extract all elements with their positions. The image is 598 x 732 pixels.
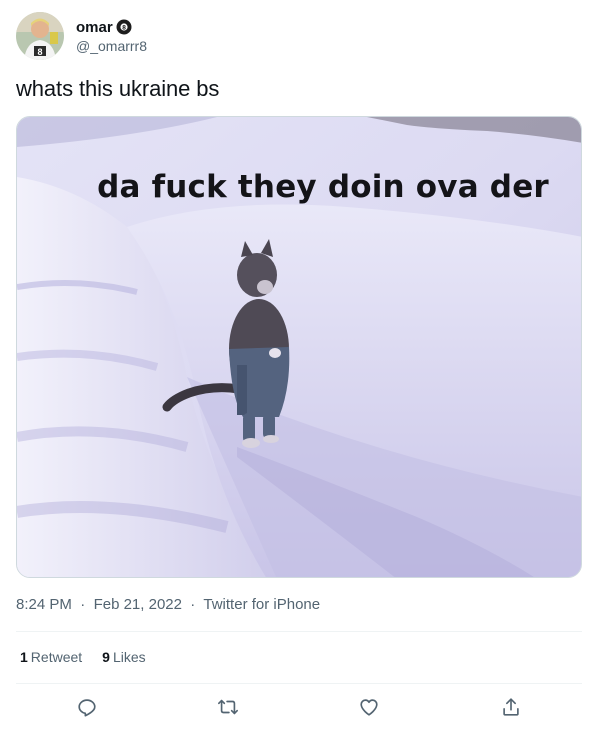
tweet-text: whats this ukraine bs — [16, 76, 220, 101]
tweet-detail: 8 omar 8 @_omarrr8 whats this ukraine bs — [16, 0, 582, 732]
likes-count: 9 — [102, 649, 110, 665]
tweet-date[interactable]: Feb 21, 2022 — [94, 596, 182, 613]
tweet-actions — [16, 693, 582, 725]
tweet-header: 8 omar 8 @_omarrr8 — [16, 12, 582, 60]
user-handle[interactable]: @_omarrr8 — [76, 38, 147, 54]
retweet-icon — [218, 699, 238, 715]
reply-button[interactable] — [76, 696, 100, 720]
avatar[interactable]: 8 — [16, 12, 64, 60]
reply-icon — [78, 699, 96, 717]
svg-text:8: 8 — [122, 25, 126, 32]
retweet-label: Retweet — [30, 649, 83, 665]
tweet-time[interactable]: 8:24 PM — [16, 596, 72, 613]
tweet-stats: 1 Retweet 9 Likes — [20, 649, 146, 665]
display-name[interactable]: omar — [76, 19, 113, 36]
meta-separator: · — [186, 596, 200, 613]
retweet-count: 1 — [20, 649, 28, 665]
svg-text:8: 8 — [37, 47, 42, 57]
tweet-source[interactable]: Twitter for iPhone — [203, 596, 320, 613]
divider — [16, 683, 582, 684]
pool-8-ball-icon: 8 — [116, 19, 132, 35]
retweet-stat[interactable]: 1 Retweet — [20, 649, 82, 665]
divider — [16, 631, 582, 632]
share-icon — [503, 698, 519, 716]
share-button[interactable] — [500, 696, 524, 720]
meta-separator: · — [76, 596, 90, 613]
tweet-media[interactable]: da fuck they doin ova der — [16, 116, 582, 578]
likes-stat[interactable]: 9 Likes — [102, 649, 145, 665]
name-row: omar 8 — [76, 17, 132, 37]
tweet-meta: 8:24 PM · Feb 21, 2022 · Twitter for iPh… — [16, 596, 320, 613]
like-button[interactable] — [358, 696, 382, 720]
heart-icon — [360, 699, 378, 716]
retweet-button[interactable] — [217, 696, 241, 720]
likes-label: Likes — [112, 649, 146, 665]
avatar-image: 8 — [16, 12, 64, 60]
meme-caption: da fuck they doin ova der — [97, 169, 549, 205]
